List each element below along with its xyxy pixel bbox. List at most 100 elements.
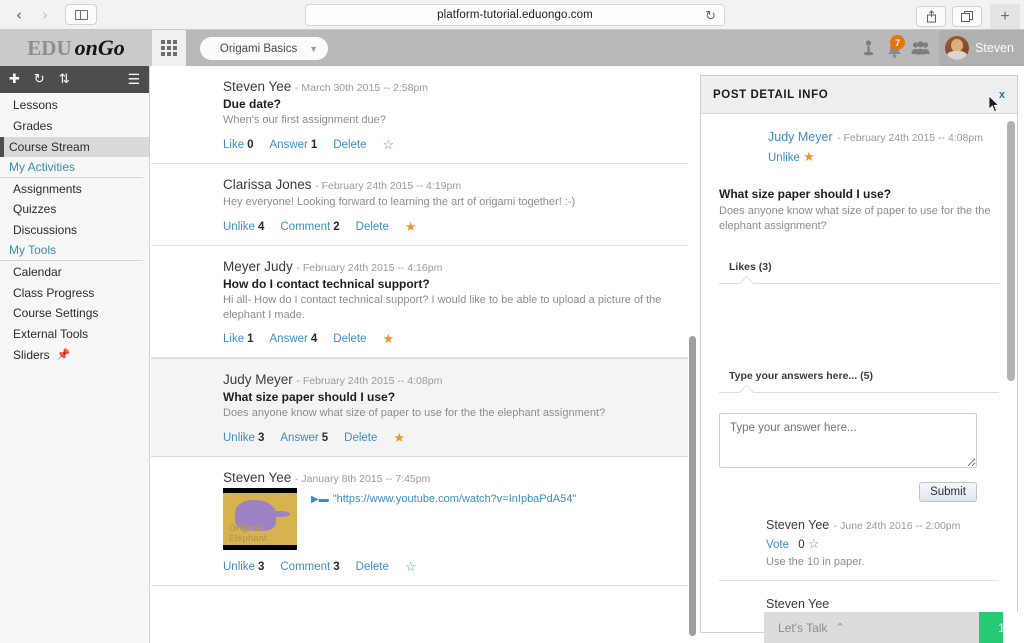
sidebar-item-lessons[interactable]: Lessons — [0, 95, 149, 116]
table-row-selected[interactable]: Judy Meyer - February 24th 2015 -- 4:08p… — [151, 358, 697, 458]
tab-likes[interactable]: Likes (3) — [719, 261, 772, 273]
video-link-row[interactable]: ▶▬ "https://www.youtube.com/watch?v=InIpb… — [311, 493, 576, 505]
delete-button[interactable]: Delete — [356, 221, 389, 233]
people-button[interactable] — [907, 30, 933, 66]
show-tabs-button[interactable] — [952, 6, 982, 27]
star-icon[interactable]: ★ — [393, 430, 405, 446]
delete-button[interactable]: Delete — [344, 432, 377, 444]
table-row[interactable]: Steven Yee - January 8th 2015 -- 7:45pm … — [151, 457, 697, 587]
detail-scrollbar-thumb[interactable] — [1007, 121, 1015, 381]
sidebar-item-sliders[interactable]: Sliders 📌 — [0, 345, 149, 366]
avatar[interactable] — [773, 304, 815, 338]
table-row[interactable]: Meyer Judy - February 24th 2015 -- 4:16p… — [151, 246, 697, 359]
post-detail-panel: POST DETAIL INFO x Judy Meyer - February… — [700, 75, 1018, 633]
delete-button[interactable]: Delete — [356, 561, 389, 573]
comment-count: 3 — [333, 561, 340, 574]
logo-text-primary: EDU — [27, 35, 72, 60]
post-video-attachment[interactable]: Origami Elephant ▶▬ "https://www.youtube.… — [223, 488, 679, 551]
detail-scrollbar[interactable] — [1007, 116, 1015, 632]
chat-bar[interactable]: Let's Talk ⌃ 1 — [764, 612, 1024, 643]
post-author: Steven Yee — [223, 470, 292, 486]
sidebar-item-label: Sliders — [13, 347, 50, 362]
like-button[interactable]: Unlike 3 — [223, 561, 264, 573]
like-button[interactable]: Unlike 4 — [223, 221, 264, 233]
reload-icon[interactable]: ↻ — [705, 9, 716, 24]
like-button[interactable]: Like 1 — [223, 333, 254, 345]
sidebar-toggle-button[interactable] — [65, 4, 97, 25]
logo-text-secondary: onGo — [74, 35, 125, 60]
sidebar-item-course-settings[interactable]: Course Settings — [0, 303, 149, 324]
sidebar-group-label: My Tools — [9, 243, 57, 258]
detail-post-author[interactable]: Judy Meyer — [768, 130, 833, 144]
star-icon[interactable]: ★ — [383, 331, 395, 347]
sort-icon[interactable]: ⇅ — [59, 73, 70, 86]
comment-button[interactable]: Comment 2 — [280, 221, 339, 233]
tab-answers[interactable]: Type your answers here... (5) — [719, 370, 873, 382]
video-thumbnail[interactable]: Origami Elephant — [223, 488, 297, 551]
new-tab-button[interactable]: + — [990, 4, 1020, 29]
share-button[interactable] — [916, 6, 946, 27]
vote-button[interactable]: Vote — [766, 539, 789, 551]
video-url[interactable]: "https://www.youtube.com/watch?v=InIpbaP… — [333, 493, 577, 505]
feed-scrollbar-thumb[interactable] — [689, 336, 696, 636]
like-label: Unlike — [223, 220, 255, 233]
detail-post-header: Judy Meyer - February 24th 2015 -- 4:08p… — [719, 128, 999, 165]
like-button[interactable]: Like 0 — [223, 139, 254, 151]
user-menu[interactable]: Steven — [939, 30, 1024, 66]
list-item[interactable]: Steven Yee - June 24th 2016 -- 2:00pm Vo… — [719, 516, 999, 581]
sidebar-item-label: Discussions — [13, 223, 78, 238]
sidebar-item-calendar[interactable]: Calendar — [0, 261, 149, 282]
answer-count: 5 — [321, 432, 329, 445]
unlike-button[interactable]: Unlike — [768, 152, 800, 164]
comment-button[interactable]: Comment 3 — [280, 561, 339, 573]
answer-input[interactable] — [719, 412, 977, 468]
star-icon[interactable]: ★ — [803, 149, 815, 164]
sidebar-item-discussions[interactable]: Discussions — [0, 220, 149, 241]
sidebar-item-class-progress[interactable]: Class Progress — [0, 282, 149, 303]
like-button[interactable]: Unlike 3 — [223, 432, 264, 444]
submit-button[interactable]: Submit — [919, 481, 977, 502]
refresh-icon[interactable]: ↻ — [34, 73, 45, 86]
comment-count: 2 — [333, 220, 340, 233]
post-text: Hi all- How do I contact technical suppo… — [223, 293, 662, 321]
forward-button[interactable]: › — [33, 5, 57, 25]
sidebar-item-course-stream[interactable]: Course Stream — [0, 136, 149, 158]
post-title: How do I contact technical support? — [223, 276, 430, 291]
sidebar-item-grades[interactable]: Grades — [0, 116, 149, 137]
back-button[interactable]: ‹ — [7, 5, 31, 25]
tabs-icon — [960, 10, 973, 22]
post-timestamp: - January 8th 2015 -- 7:45pm — [294, 473, 431, 486]
answer-button[interactable]: Answer 1 — [270, 139, 318, 151]
star-icon[interactable]: ★ — [405, 219, 417, 235]
answer-button[interactable]: Answer 5 — [280, 432, 328, 444]
address-bar[interactable]: platform-tutorial.eduongo.com ↻ — [305, 4, 725, 26]
avatar[interactable] — [719, 304, 761, 338]
add-icon[interactable]: ✚ — [9, 73, 20, 86]
sidebar-nav-list: Lessons Grades Course Stream My Activiti… — [0, 93, 149, 365]
star-icon[interactable]: ☆ — [405, 559, 417, 575]
answer-button[interactable]: Answer 4 — [270, 333, 318, 345]
app-logo[interactable]: EDU onGo — [0, 30, 152, 66]
hamburger-menu-icon[interactable]: ☰ — [127, 73, 140, 87]
table-row[interactable]: Steven Yee - March 30th 2015 -- 2:58pm D… — [151, 66, 697, 164]
delete-button[interactable]: Delete — [333, 139, 366, 151]
avatar[interactable] — [827, 304, 869, 338]
chevron-up-icon[interactable]: ⌃ — [835, 621, 844, 634]
course-selector[interactable]: Origami Basics ▼ — [200, 37, 328, 60]
notifications-button[interactable]: 7 — [881, 30, 907, 66]
feed-scrollbar[interactable] — [688, 66, 697, 643]
answer-vote-row: Vote 0 ☆ — [766, 536, 960, 552]
star-icon[interactable]: ☆ — [383, 137, 395, 153]
star-icon[interactable]: ☆ — [808, 536, 820, 551]
delete-button[interactable]: Delete — [333, 333, 366, 345]
detail-post-timestamp: - February 24th 2015 -- 4:08pm — [837, 132, 983, 144]
sidebar-item-external-tools[interactable]: External Tools — [0, 324, 149, 345]
apps-grid-button[interactable] — [152, 30, 186, 66]
sidebar-item-quizzes[interactable]: Quizzes — [0, 199, 149, 220]
table-row[interactable]: Clarissa Jones - February 24th 2015 -- 4… — [151, 164, 697, 246]
sidebar-item-assignments[interactable]: Assignments — [0, 178, 149, 199]
people-group-icon — [911, 41, 930, 55]
user-profile-button[interactable] — [855, 30, 881, 66]
avatar — [719, 595, 755, 631]
sidebar-item-label: External Tools — [13, 327, 89, 342]
